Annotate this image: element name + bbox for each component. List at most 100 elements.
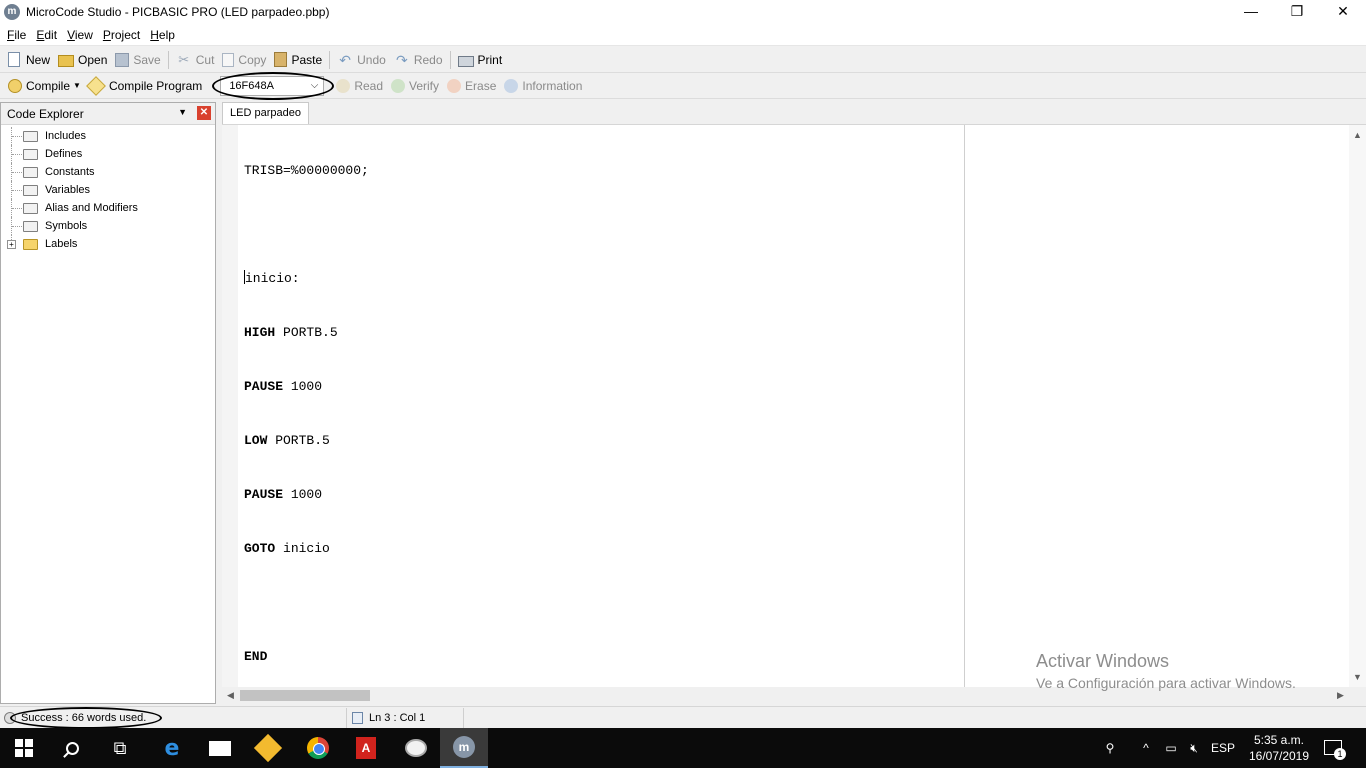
editor-gutter: [222, 125, 238, 687]
battery-icon[interactable]: ▭: [1160, 728, 1182, 768]
minimize-button[interactable]: —: [1228, 0, 1274, 24]
expand-icon[interactable]: +: [7, 240, 16, 249]
print-button[interactable]: Print: [454, 49, 507, 71]
copy-icon: [222, 52, 235, 67]
verify-icon: [391, 78, 405, 93]
folder-icon: [23, 202, 38, 214]
copy-button[interactable]: Copy: [218, 49, 270, 71]
search-button[interactable]: [48, 728, 96, 768]
erase-icon: [447, 78, 462, 93]
code-explorer-panel: Code Explorer ▼ ✕ Includes Defines Const…: [0, 102, 216, 704]
toolbar-separator: [449, 50, 451, 69]
windows-taskbar: ⧉ e A m ⚲ ^ ▭ 🔇︎ ESP 5:35 a.m. 16/07/201…: [0, 728, 1366, 768]
paste-button[interactable]: Paste: [270, 49, 326, 71]
tree-item-includes[interactable]: Includes: [1, 127, 215, 145]
mail-button[interactable]: [196, 728, 244, 768]
microcode-studio-button[interactable]: m: [440, 728, 488, 768]
binance-icon: [253, 733, 283, 763]
scroll-thumb[interactable]: [240, 690, 370, 701]
code-editor[interactable]: TRISB=%00000000; inicio: HIGH PORTB.5 PA…: [222, 124, 1366, 704]
scroll-right-icon[interactable]: ▶: [1332, 687, 1349, 704]
device-selector-wrap: 16F648A ⌵: [212, 71, 335, 100]
search-icon: [65, 741, 79, 755]
undo-arrow-icon: ↶: [339, 51, 351, 68]
volume-mute-icon[interactable]: 🔇︎: [1184, 728, 1204, 768]
code-text[interactable]: TRISB=%00000000; inicio: HIGH PORTB.5 PA…: [244, 126, 369, 702]
status-bar: Success : 66 words used. Ln 3 : Col 1: [0, 706, 1366, 729]
compile-program-button[interactable]: Compile Program: [85, 75, 206, 97]
new-button[interactable]: New: [4, 49, 54, 71]
task-view-icon: ⧉: [113, 737, 127, 758]
save-disk-icon: [115, 52, 130, 67]
paint-button[interactable]: [392, 728, 440, 768]
chevron-down-icon: ⌵: [310, 79, 319, 91]
code-line: END: [244, 649, 268, 664]
edge-icon: e: [164, 735, 180, 761]
people-icon[interactable]: ⚲: [1098, 728, 1122, 768]
tree-item-constants[interactable]: Constants: [1, 163, 215, 181]
code-explorer-header: Code Explorer ▼ ✕: [1, 103, 215, 125]
clock[interactable]: 5:35 a.m. 16/07/2019: [1244, 732, 1314, 764]
code-line: inicio:: [244, 270, 300, 286]
language-indicator[interactable]: ESP: [1210, 728, 1236, 768]
mail-icon: [209, 740, 231, 756]
chevron-down-icon[interactable]: ▼: [73, 81, 81, 90]
tab-led-parpadeo[interactable]: LED parpadeo: [222, 102, 309, 124]
edge-button[interactable]: e: [148, 728, 196, 768]
chrome-icon: [307, 737, 329, 759]
code-line: HIGH PORTB.5: [244, 325, 338, 340]
undo-button[interactable]: ↶ Undo: [333, 49, 390, 71]
scroll-up-icon[interactable]: ▲: [1349, 127, 1366, 143]
open-button[interactable]: Open: [54, 49, 111, 71]
device-select[interactable]: 16F648A ⌵: [220, 75, 325, 96]
task-view-button[interactable]: ⧉: [96, 728, 144, 768]
paint-palette-icon: [405, 739, 427, 757]
redo-button[interactable]: ↷ Redo: [390, 49, 447, 71]
menu-file[interactable]: File: [2, 28, 31, 42]
app-icon: m: [4, 4, 20, 20]
menu-view[interactable]: View: [62, 28, 98, 42]
tree-item-labels[interactable]: + Labels: [1, 235, 215, 253]
tree-item-variables[interactable]: Variables: [1, 181, 215, 199]
close-button[interactable]: ✕: [1320, 0, 1366, 24]
folder-icon: [23, 166, 38, 178]
start-button[interactable]: [0, 728, 48, 768]
restore-button[interactable]: ❐: [1274, 0, 1320, 24]
tree-item-symbols[interactable]: Symbols: [1, 217, 215, 235]
tree-item-defines[interactable]: Defines: [1, 145, 215, 163]
menu-bar: File Edit View Project Help: [0, 24, 1366, 46]
vertical-scrollbar[interactable]: ▲ ▼: [1349, 125, 1366, 687]
read-button[interactable]: Read: [332, 75, 387, 97]
acrobat-button[interactable]: A: [342, 728, 390, 768]
menu-edit[interactable]: Edit: [31, 28, 62, 42]
panel-menu-icon[interactable]: ▼: [178, 107, 187, 117]
close-panel-icon[interactable]: ✕: [197, 106, 211, 120]
menu-project[interactable]: Project: [98, 28, 145, 42]
tree-item-alias[interactable]: Alias and Modifiers: [1, 199, 215, 217]
chevron-up-icon[interactable]: ^: [1136, 728, 1156, 768]
save-button[interactable]: Save: [111, 49, 164, 71]
erase-button[interactable]: Erase: [443, 75, 500, 97]
compile-gear-icon: [8, 78, 22, 93]
clipboard-icon: [274, 52, 288, 67]
chrome-button[interactable]: [294, 728, 342, 768]
scroll-down-icon[interactable]: ▼: [1349, 669, 1366, 685]
read-icon: [336, 78, 351, 93]
microcode-studio-icon: m: [453, 736, 475, 758]
standard-toolbar: New Open Save ✂ Cut Copy Paste ↶ Undo ↷ Red…: [0, 47, 1366, 73]
toolbar-separator: [167, 50, 169, 69]
scroll-left-icon[interactable]: ◀: [222, 687, 239, 704]
information-icon: [504, 78, 519, 93]
compile-button[interactable]: Compile ▼: [4, 75, 85, 97]
menu-help[interactable]: Help: [145, 28, 180, 42]
binance-button[interactable]: [244, 728, 292, 768]
folder-icon: [23, 220, 38, 232]
code-line: LOW PORTB.5: [244, 433, 330, 448]
editor-tab-bar: LED parpadeo: [222, 102, 1366, 124]
pdf-icon: A: [356, 737, 376, 759]
verify-button[interactable]: Verify: [387, 75, 443, 97]
cut-button[interactable]: ✂ Cut: [172, 49, 219, 71]
information-button[interactable]: Information: [500, 75, 586, 97]
right-margin-line: [964, 125, 965, 687]
